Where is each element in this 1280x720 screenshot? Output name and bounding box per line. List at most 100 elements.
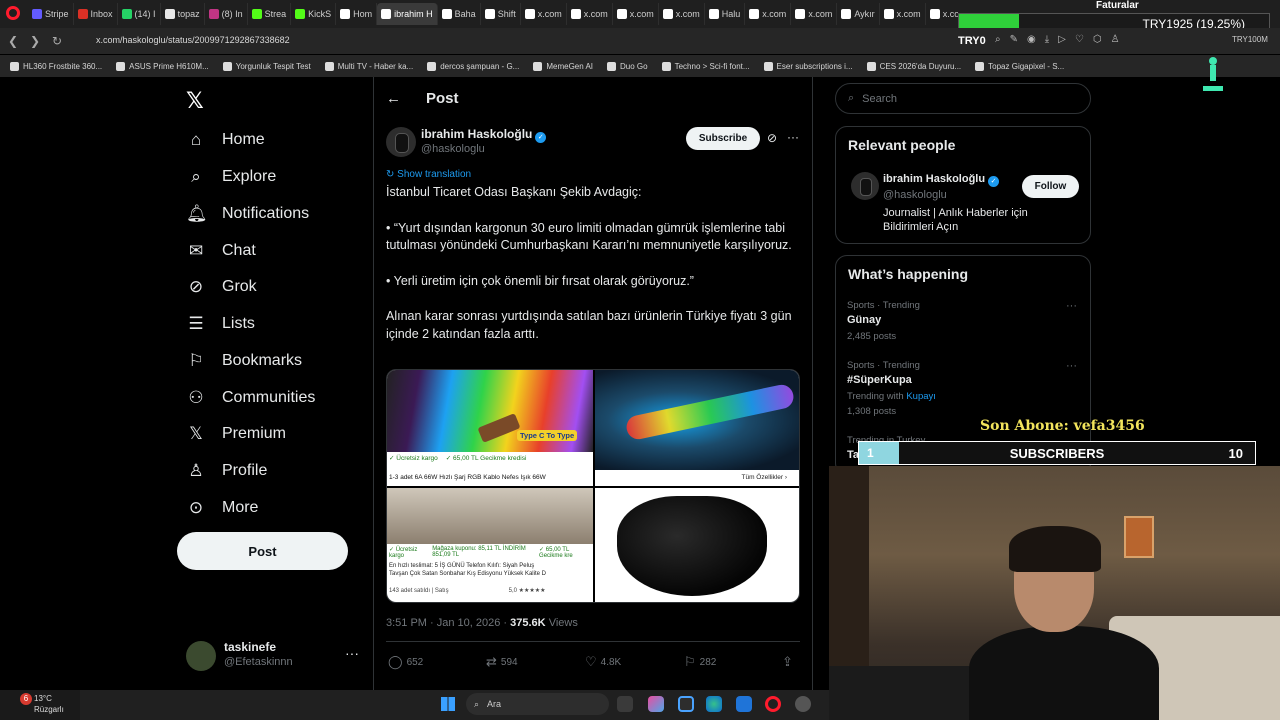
relevant-person-avatar[interactable]: [851, 172, 879, 200]
trend-with-link[interactable]: Kupayı: [906, 391, 936, 402]
bookmark-item[interactable]: Multi TV - Haber ka...: [324, 61, 413, 71]
cube-icon[interactable]: ⬡: [1093, 34, 1102, 45]
x-logo-icon[interactable]: 𝕏: [186, 88, 204, 114]
share-button[interactable]: ⇪: [782, 654, 793, 670]
browser-tab[interactable]: (14) I: [118, 3, 161, 25]
back-icon[interactable]: ❮: [8, 34, 18, 48]
nav-bookmarks[interactable]: ⚐ Bookmarks: [186, 349, 302, 373]
relevant-person-handle[interactable]: @haskologlu: [883, 189, 947, 201]
reply-button[interactable]: ◯ 652: [388, 654, 423, 670]
bookmark-item[interactable]: CES 2026'da Duyuru...: [866, 61, 961, 71]
post-more-icon[interactable]: ···: [787, 130, 799, 144]
reload-icon[interactable]: ↻: [52, 34, 62, 48]
bookmark-item[interactable]: Topaz Gigapixel - S...: [975, 61, 1064, 71]
search-icon[interactable]: ⌕: [995, 34, 1001, 45]
trend-name[interactable]: Günay: [847, 314, 881, 326]
account-more-icon[interactable]: ···: [345, 645, 359, 661]
trend-name[interactable]: #SüperKupa: [847, 374, 912, 386]
nav-profile[interactable]: ♙ Profile: [186, 459, 267, 483]
media-image-plush[interactable]: [595, 488, 799, 602]
bookmark-item[interactable]: dercos şampuan - G...: [427, 61, 519, 71]
repost-count: 594: [500, 656, 518, 668]
nav-premium[interactable]: 𝕏 Premium: [186, 422, 286, 446]
nav-lists[interactable]: ☰ Lists: [186, 312, 255, 336]
nav-explore[interactable]: ⌕ Explore: [186, 165, 276, 189]
bookmark-button[interactable]: ⚐ 282: [684, 654, 716, 670]
nav-communities[interactable]: ⚇ Communities: [186, 386, 315, 410]
store-icon[interactable]: [678, 696, 694, 712]
account-handle[interactable]: @Efetaskinnn: [224, 656, 293, 668]
browser-tab[interactable]: x.com: [613, 3, 659, 25]
bookmark-item[interactable]: ASUS Prime H610M...: [116, 61, 209, 71]
edge-icon[interactable]: [706, 696, 722, 712]
nav-more[interactable]: ⊙ More: [186, 496, 259, 520]
nav-chat[interactable]: ✉ Chat: [186, 239, 256, 263]
browser-tab[interactable]: Hom: [336, 3, 378, 25]
media-image-rgb-cable[interactable]: Type C To Type ✓ Ücretsiz kargo ✓ 65,00 …: [387, 370, 593, 486]
heart-icon[interactable]: ♡: [1075, 34, 1084, 45]
browser-tab[interactable]: Inbox: [74, 3, 118, 25]
browser-tab[interactable]: ibrahim H: [377, 3, 438, 25]
subscribe-button[interactable]: Subscribe: [686, 127, 760, 150]
edit-icon[interactable]: ✎: [1010, 34, 1018, 45]
opera-logo-icon[interactable]: [6, 6, 20, 20]
grok-explain-icon[interactable]: ⊘: [767, 131, 777, 145]
browser-tab[interactable]: (8) In: [205, 3, 248, 25]
search-bar[interactable]: ⌕: [835, 83, 1091, 114]
account-name[interactable]: taskinefe: [224, 640, 276, 654]
browser-tab[interactable]: Halu: [705, 3, 746, 25]
trend-more-icon[interactable]: ···: [1066, 360, 1077, 372]
browser-tab[interactable]: Strea: [248, 3, 292, 25]
url-field[interactable]: x.com/haskologlu/status/2009971292867338…: [96, 35, 290, 45]
like-button[interactable]: ♡ 4.8K: [585, 654, 621, 670]
bookmark-item[interactable]: Duo Go: [607, 61, 648, 71]
browser-tab[interactable]: Aykır: [837, 3, 880, 25]
steam-icon[interactable]: [795, 696, 811, 712]
bookmark-item[interactable]: Yorgunluk Tespit Test: [222, 61, 311, 71]
browser-tab[interactable]: Shift: [481, 3, 521, 25]
author-avatar[interactable]: [386, 127, 416, 157]
bookmark-item[interactable]: Eser subscriptions i...: [763, 61, 853, 71]
user-icon[interactable]: ♙: [1111, 34, 1120, 45]
browser-tab[interactable]: Baha: [438, 3, 481, 25]
compose-post-button[interactable]: Post: [177, 532, 348, 570]
search-input[interactable]: [862, 92, 1063, 105]
author-name[interactable]: ibrahim Haskoloğlu ✓: [421, 127, 547, 143]
browser-tab[interactable]: x.com: [745, 3, 792, 25]
download-icon[interactable]: ⤓: [1045, 34, 1049, 45]
nav-notifications[interactable]: 🔔︎ Notifications: [186, 202, 309, 226]
browser-tab[interactable]: x.com: [880, 3, 926, 25]
bookmark-item[interactable]: Techno > Sci-fi font...: [661, 61, 750, 71]
bookmark-item[interactable]: HL360 Frostbite 360...: [10, 61, 102, 71]
camera-icon[interactable]: ◉: [1027, 34, 1036, 45]
media-image-phone-case[interactable]: ✓ Ücretsiz kargo Mağaza kuponu: 85,11 TL…: [387, 488, 593, 602]
bookmark-item[interactable]: MemeGen AI: [533, 61, 593, 71]
media-image-cable-closeup[interactable]: Tüm Özellikler ›: [595, 370, 799, 486]
relevant-person-name[interactable]: ibrahim Haskoloğlu ✓: [883, 173, 1000, 187]
nav-home[interactable]: ⌂ Home: [186, 128, 265, 152]
outlook-icon[interactable]: [736, 696, 752, 712]
forward-icon[interactable]: ❯: [30, 34, 40, 48]
follow-button[interactable]: Follow: [1022, 175, 1079, 198]
browser-tab[interactable]: x.com: [567, 3, 613, 25]
browser-tab[interactable]: x.com: [791, 3, 838, 25]
browser-tab[interactable]: KickS: [291, 3, 337, 25]
trend-more-icon[interactable]: ···: [1066, 300, 1077, 312]
windows-start-icon[interactable]: [441, 697, 455, 711]
opera-icon[interactable]: [765, 696, 781, 712]
browser-tab[interactable]: topaz: [161, 3, 205, 25]
browser-tab[interactable]: x.com: [659, 3, 705, 25]
browser-tab[interactable]: Stripe: [28, 3, 74, 25]
taskbar-search[interactable]: ⌕ Ara: [466, 693, 609, 715]
nav-grok[interactable]: ⊘ Grok: [186, 275, 257, 299]
show-translation-link[interactable]: ↻ Show translation: [386, 169, 471, 180]
file-explorer-icon[interactable]: [617, 696, 633, 712]
copilot-icon[interactable]: [648, 696, 664, 712]
author-handle[interactable]: @haskologlu: [421, 143, 485, 155]
account-avatar[interactable]: [186, 641, 216, 671]
back-arrow-icon[interactable]: ←: [386, 90, 401, 107]
play-icon[interactable]: ▷: [1058, 34, 1066, 45]
repost-button[interactable]: ⇄ 594: [486, 654, 518, 670]
browser-tab[interactable]: x.com: [521, 3, 567, 25]
browser-tab[interactable]: x.com: [926, 3, 958, 25]
